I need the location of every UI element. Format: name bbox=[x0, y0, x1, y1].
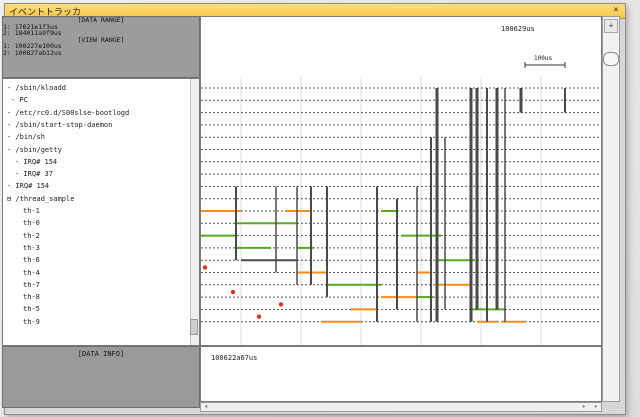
event-timeline-chart[interactable]: 100629us 100us bbox=[200, 16, 602, 346]
tree-item[interactable]: - /sbin/getty bbox=[7, 145, 62, 155]
process-tree[interactable]: - /sbin/kloadd - PC - /etc/rc0.d/S00slse-b… bbox=[2, 78, 200, 346]
data-info-panel: [DATA INFO] bbox=[2, 346, 200, 408]
time-readout-panel: 100622a67us bbox=[200, 346, 602, 402]
scroll-up-icon[interactable]: + bbox=[604, 19, 618, 33]
tree-item[interactable]: - IRQ# 154 bbox=[7, 181, 49, 191]
timeline-svg[interactable]: 100629us 100us bbox=[201, 17, 601, 345]
tree-item[interactable]: - /bin/sh bbox=[7, 132, 45, 142]
vertical-scrollbar[interactable]: + bbox=[602, 16, 620, 402]
event-marker bbox=[230, 289, 236, 295]
view-range-line: 2: 100827ab12us bbox=[3, 48, 62, 57]
tree-item[interactable]: th-8 bbox=[23, 292, 40, 302]
zoom-slider-thumb[interactable] bbox=[603, 52, 619, 66]
event-marker bbox=[256, 314, 262, 319]
tree-item[interactable]: - PC bbox=[11, 95, 28, 105]
tree-item[interactable]: th-9 bbox=[23, 317, 40, 327]
tree-item[interactable]: th-0 bbox=[23, 218, 40, 228]
tree-item[interactable]: ⊟ /thread_sample bbox=[7, 194, 74, 204]
horizontal-scrollbar[interactable]: ◂ ▸ ▸ bbox=[200, 402, 602, 412]
tree-item[interactable]: - IRQ# 37 bbox=[15, 169, 53, 179]
close-icon[interactable]: ✕ bbox=[610, 5, 622, 16]
tree-item[interactable]: th-4 bbox=[23, 268, 40, 278]
time-label: 100629us bbox=[501, 25, 535, 33]
tree-item[interactable]: - /sbin/kloadd bbox=[7, 83, 66, 93]
tree-item[interactable]: th-7 bbox=[23, 280, 40, 290]
tree-item[interactable]: th-1 bbox=[23, 206, 40, 216]
tree-scrollbar-thumb[interactable] bbox=[190, 319, 198, 335]
tree-item[interactable]: th-6 bbox=[23, 255, 40, 265]
tree-item[interactable]: th-3 bbox=[23, 243, 40, 253]
tree-scrollbar[interactable] bbox=[190, 79, 199, 345]
time-readout: 100622a67us bbox=[211, 354, 258, 362]
event-marker bbox=[278, 302, 284, 307]
range-info-panel: [DATA RANGE] 1: 17621e1f3us 2: 184011a9f… bbox=[2, 16, 200, 78]
scroll-left-icon[interactable]: ◂ bbox=[201, 403, 211, 411]
data-info-title: [DATA INFO] bbox=[77, 350, 125, 358]
scroll-mid-icon[interactable]: ▸ bbox=[579, 403, 589, 411]
tree-item[interactable]: th-5 bbox=[23, 304, 40, 314]
scroll-right-icon[interactable]: ▸ bbox=[591, 403, 601, 411]
tree-item[interactable]: - /etc/rc0.d/S00slse-bootlogd bbox=[7, 108, 129, 118]
tree-item[interactable]: - IRQ# 154 bbox=[15, 157, 57, 167]
scale-label: 100us bbox=[534, 55, 552, 62]
tree-item[interactable]: th-2 bbox=[23, 231, 40, 241]
tree-item[interactable]: - /sbin/start-stop-daemon bbox=[7, 120, 112, 130]
event-marker bbox=[202, 265, 208, 270]
